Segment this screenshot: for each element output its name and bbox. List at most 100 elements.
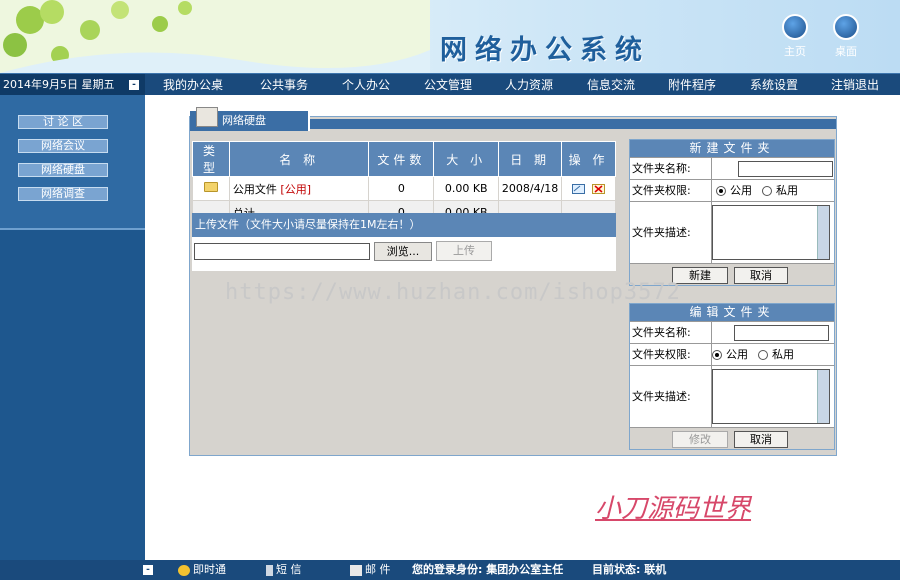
upload-hint: 上传文件（文件大小请尽量保持在1M左右！） <box>192 213 616 237</box>
clover-decoration <box>0 0 430 73</box>
nav-info-exchange[interactable]: 信息交流 <box>587 74 635 96</box>
scrollbar[interactable] <box>817 370 829 423</box>
sms-label: 短 信 <box>276 563 302 576</box>
instant-label: 即时通 <box>193 563 226 576</box>
radio-checked-icon <box>712 350 722 360</box>
date-text: 2014年9月5日 星期五 <box>3 78 115 91</box>
status-collapse-button[interactable]: - <box>143 565 153 575</box>
public-label: 公用 <box>726 348 748 361</box>
panel-tab: 网络硬盘 <box>190 107 310 131</box>
edit-folder-title: 编辑文件夹 <box>630 304 834 321</box>
edit-public-radio[interactable]: 公用 <box>712 344 748 366</box>
date-display: 2014年9月5日 星期五 - <box>0 74 145 96</box>
online-status: 目前状态: 联机 <box>592 563 667 576</box>
new-folder-name-input[interactable] <box>738 161 833 177</box>
home-button-label: 主页 <box>784 45 806 58</box>
sidebar-menu: 讨 论 区 网络会议 网络硬盘 网络调查 <box>0 95 145 230</box>
sidebar-item-netdisk[interactable]: 网络硬盘 <box>18 163 108 177</box>
nav-attachments[interactable]: 附件程序 <box>668 74 716 96</box>
col-count: 文件数 <box>368 141 435 177</box>
sidebar-item-survey[interactable]: 网络调查 <box>18 187 108 201</box>
chat-icon <box>178 564 190 576</box>
nav-system-settings[interactable]: 系统设置 <box>750 74 798 96</box>
file-date: 2008/4/18 <box>498 176 563 201</box>
panel-title-bar <box>310 119 836 129</box>
new-folder-desc-textarea[interactable] <box>712 205 830 260</box>
public-tag: [公用] <box>280 182 312 196</box>
left-sidebar: 讨 论 区 网络会议 网络硬盘 网络调查 <box>0 95 145 560</box>
modify-folder-button[interactable]: 修改 <box>672 431 728 448</box>
radio-checked-icon <box>716 186 726 196</box>
scrollbar[interactable] <box>817 206 829 259</box>
browse-button[interactable]: 浏览... <box>374 242 432 261</box>
edit-name-label: 文件夹名称: <box>632 322 712 343</box>
col-name: 名 称 <box>228 141 370 177</box>
app-header: 网络办公系统 主页 桌面 <box>0 0 900 73</box>
mail-icon <box>350 564 362 576</box>
upload-button[interactable]: 上传 <box>436 241 492 261</box>
new-perm-label: 文件夹权限: <box>632 180 712 201</box>
radio-unchecked-icon <box>762 186 772 196</box>
edit-folder-form: 编辑文件夹 文件夹名称: 文件夹权限: 公用 私用 文件夹描述: 修改 取消 <box>629 303 835 450</box>
system-title: 网络办公系统 <box>440 35 650 66</box>
table-header-row: 类 型 名 称 文件数 大 小 日 期 操 作 <box>192 141 616 177</box>
mail-label: 邮 件 <box>365 563 391 576</box>
public-label: 公用 <box>730 184 752 197</box>
sms-button[interactable]: 短 信 <box>266 560 302 580</box>
desktop-button[interactable]: 桌面 <box>826 14 866 59</box>
nav-human-resources[interactable]: 人力资源 <box>505 74 553 96</box>
sidebar-item-meeting[interactable]: 网络会议 <box>18 139 108 153</box>
file-size: 0.00 KB <box>433 176 500 201</box>
edit-icon[interactable] <box>571 184 585 194</box>
login-identity: 您的登录身份: 集团办公室主任 <box>412 563 564 576</box>
edit-desc-label: 文件夹描述: <box>632 366 712 427</box>
collapse-toggle-button[interactable]: - <box>129 80 139 90</box>
file-count: 0 <box>368 176 435 201</box>
main-content: 网络硬盘 类 型 名 称 文件数 大 小 日 期 操 作 公用文件 [公用] 0… <box>145 95 900 560</box>
edit-private-radio[interactable]: 私用 <box>758 344 794 366</box>
file-path-input[interactable] <box>194 243 370 260</box>
sidebar-item-forum[interactable]: 讨 论 区 <box>18 115 108 129</box>
edit-folder-desc-textarea[interactable] <box>712 369 830 424</box>
desktop-icon <box>833 14 859 40</box>
new-name-label: 文件夹名称: <box>632 158 712 179</box>
delete-icon[interactable] <box>592 184 606 194</box>
cancel-edit-button[interactable]: 取消 <box>734 431 788 448</box>
phone-icon <box>266 564 273 576</box>
nav-personal-office[interactable]: 个人办公 <box>342 74 390 96</box>
netdisk-icon <box>196 107 218 127</box>
instant-message-button[interactable]: 即时通 <box>178 560 226 580</box>
new-folder-form: 新建文件夹 文件夹名称: 文件夹权限: 公用 私用 文件夹描述: 新建 取消 <box>629 139 835 286</box>
col-action: 操 作 <box>561 141 616 177</box>
home-button[interactable]: 主页 <box>775 14 815 59</box>
status-bar: - 即时通 短 信 邮 件 您的登录身份: 集团办公室主任 目前状态: 联机 <box>0 560 900 580</box>
folder-icon <box>203 182 218 192</box>
table-row: 公用文件 [公用] 0 0.00 KB 2008/4/18 <box>192 176 616 201</box>
desktop-button-label: 桌面 <box>835 45 857 58</box>
cancel-create-button[interactable]: 取消 <box>734 267 788 284</box>
home-icon <box>782 14 808 40</box>
nav-my-desk[interactable]: 我的办公桌 <box>163 74 223 96</box>
nav-logout[interactable]: 注销退出 <box>831 74 879 96</box>
col-size: 大 小 <box>433 141 500 177</box>
nav-public-affairs[interactable]: 公共事务 <box>260 74 308 96</box>
private-label: 私用 <box>772 348 794 361</box>
new-folder-title: 新建文件夹 <box>630 140 834 157</box>
radio-unchecked-icon <box>758 350 768 360</box>
col-type: 类 型 <box>192 141 230 177</box>
nav-document-mgmt[interactable]: 公文管理 <box>424 74 472 96</box>
upload-area: 浏览... 上传 <box>192 237 616 271</box>
mail-button[interactable]: 邮 件 <box>350 560 391 580</box>
edit-folder-name-input[interactable] <box>734 325 829 341</box>
brand-signature: 小刀源码世界 <box>595 494 752 524</box>
private-label: 私用 <box>776 184 798 197</box>
col-date: 日 期 <box>498 141 563 177</box>
watermark-url: https://www.huzhan.com/ishop3572 <box>225 280 681 305</box>
new-private-radio[interactable]: 私用 <box>762 180 798 202</box>
panel-tab-label: 网络硬盘 <box>222 114 266 127</box>
new-public-radio[interactable]: 公用 <box>716 180 752 202</box>
new-desc-label: 文件夹描述: <box>632 202 712 263</box>
folder-name-link[interactable]: 公用文件 <box>233 183 277 196</box>
edit-perm-label: 文件夹权限: <box>632 344 712 365</box>
main-nav: 2014年9月5日 星期五 - 我的办公桌 公共事务 个人办公 公文管理 人力资… <box>0 73 900 96</box>
